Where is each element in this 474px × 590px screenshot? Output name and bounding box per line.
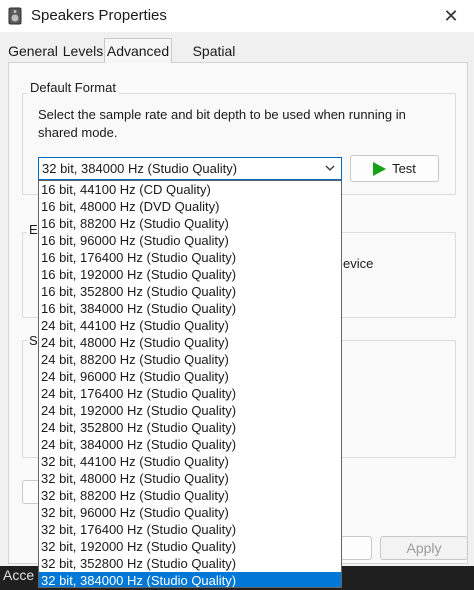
- play-icon: [373, 161, 387, 176]
- title-bar: Speakers Properties ✕: [0, 0, 474, 32]
- dropdown-option[interactable]: 16 bit, 384000 Hz (Studio Quality): [39, 300, 341, 317]
- test-button[interactable]: Test: [350, 155, 439, 182]
- dropdown-option[interactable]: 16 bit, 48000 Hz (DVD Quality): [39, 198, 341, 215]
- dropdown-option[interactable]: 24 bit, 384000 Hz (Studio Quality): [39, 436, 341, 453]
- default-format-label: Default Format: [27, 80, 119, 95]
- close-button[interactable]: ✕: [428, 0, 474, 32]
- tab-levels[interactable]: Levels: [62, 41, 104, 62]
- dropdown-option[interactable]: 24 bit, 176400 Hz (Studio Quality): [39, 385, 341, 402]
- dropdown-option[interactable]: 16 bit, 96000 Hz (Studio Quality): [39, 232, 341, 249]
- dropdown-option[interactable]: 32 bit, 44100 Hz (Studio Quality): [39, 453, 341, 470]
- sample-rate-combobox[interactable]: 32 bit, 384000 Hz (Studio Quality): [38, 157, 342, 180]
- dropdown-option[interactable]: 16 bit, 88200 Hz (Studio Quality): [39, 215, 341, 232]
- dropdown-option[interactable]: 24 bit, 96000 Hz (Studio Quality): [39, 368, 341, 385]
- dropdown-option[interactable]: 24 bit, 192000 Hz (Studio Quality): [39, 402, 341, 419]
- dropdown-option[interactable]: 32 bit, 88200 Hz (Studio Quality): [39, 487, 341, 504]
- dropdown-option[interactable]: 16 bit, 352800 Hz (Studio Quality): [39, 283, 341, 300]
- sample-rate-dropdown-list[interactable]: 16 bit, 44100 Hz (CD Quality) 16 bit, 480…: [38, 180, 342, 588]
- apply-button[interactable]: Apply: [380, 536, 468, 560]
- dropdown-option[interactable]: 32 bit, 352800 Hz (Studio Quality): [39, 555, 341, 572]
- dropdown-option[interactable]: 24 bit, 352800 Hz (Studio Quality): [39, 419, 341, 436]
- taskbar-text: Acce: [3, 567, 35, 583]
- dropdown-option[interactable]: 16 bit, 176400 Hz (Studio Quality): [39, 249, 341, 266]
- tab-advanced[interactable]: Advanced: [104, 38, 172, 63]
- tab-spatial-sound[interactable]: Spatial sound: [172, 41, 256, 80]
- dropdown-option[interactable]: 32 bit, 48000 Hz (Studio Quality): [39, 470, 341, 487]
- dropdown-option[interactable]: 16 bit, 44100 Hz (CD Quality): [39, 181, 341, 198]
- test-button-label: Test: [392, 161, 416, 176]
- dropdown-option[interactable]: 32 bit, 384000 Hz (Studio Quality): [39, 572, 341, 587]
- tab-general[interactable]: General: [6, 41, 60, 62]
- exclusive-device-text-fragment: evice: [343, 256, 374, 271]
- speaker-icon: [8, 7, 22, 25]
- dropdown-option[interactable]: 24 bit, 88200 Hz (Studio Quality): [39, 351, 341, 368]
- dropdown-option[interactable]: 24 bit, 48000 Hz (Studio Quality): [39, 334, 341, 351]
- dropdown-option[interactable]: 16 bit, 192000 Hz (Studio Quality): [39, 266, 341, 283]
- dropdown-option[interactable]: 24 bit, 44100 Hz (Studio Quality): [39, 317, 341, 334]
- dropdown-option[interactable]: 32 bit, 192000 Hz (Studio Quality): [39, 538, 341, 555]
- default-format-description: Select the sample rate and bit depth to …: [38, 107, 406, 140]
- window-title: Speakers Properties: [31, 7, 167, 24]
- close-icon: ✕: [443, 5, 459, 26]
- sample-rate-selected: 32 bit, 384000 Hz (Studio Quality): [42, 161, 238, 176]
- dropdown-option[interactable]: 32 bit, 96000 Hz (Studio Quality): [39, 504, 341, 521]
- dropdown-option[interactable]: 32 bit, 176400 Hz (Studio Quality): [39, 521, 341, 538]
